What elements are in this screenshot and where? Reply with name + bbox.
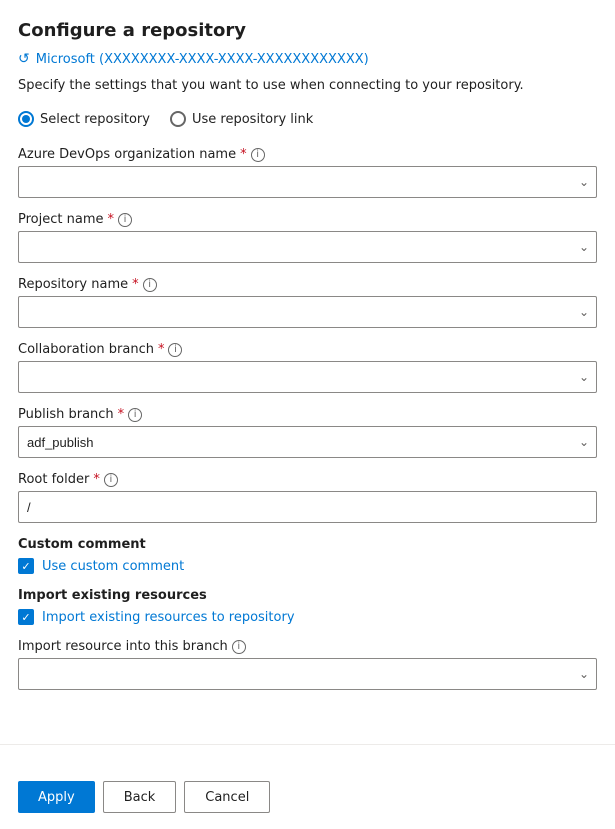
back-button[interactable]: Back [103,781,177,813]
import-existing-section: Import existing resources Import existin… [18,588,597,625]
publish-branch-field: Publish branch * i adf_publish ⌄ [18,407,597,458]
project-name-field: Project name * i ⌄ [18,212,597,263]
azure-devops-org-info-icon[interactable]: i [251,148,265,162]
account-text: Microsoft (XXXXXXXX-XXXX-XXXX-XXXXXXXXXX… [36,52,369,67]
project-name-label: Project name * i [18,212,597,227]
custom-comment-checkbox[interactable] [18,558,34,574]
custom-comment-checkbox-option[interactable]: Use custom comment [18,558,597,574]
project-name-dropdown[interactable] [18,231,597,263]
collaboration-branch-info-icon[interactable]: i [168,343,182,357]
required-star-2: * [107,212,114,227]
custom-comment-section: Custom comment Use custom comment [18,537,597,574]
repository-name-dropdown[interactable] [18,296,597,328]
required-star-6: * [93,472,100,487]
project-name-dropdown-wrapper: ⌄ [18,231,597,263]
publish-branch-dropdown-wrapper: adf_publish ⌄ [18,426,597,458]
publish-branch-label: Publish branch * i [18,407,597,422]
description-text: Specify the settings that you want to us… [18,77,597,95]
required-star-3: * [132,277,139,292]
main-container: Configure a repository ↺ Microsoft (XXXX… [0,0,615,724]
azure-devops-org-dropdown-wrapper: ⌄ [18,166,597,198]
required-star: * [240,147,247,162]
repository-name-field: Repository name * i ⌄ [18,277,597,328]
import-existing-checkbox-label: Import existing resources to repository [42,610,295,625]
collaboration-branch-label: Collaboration branch * i [18,342,597,357]
root-folder-input[interactable] [18,491,597,523]
radio-use-link[interactable]: Use repository link [170,111,313,127]
apply-button[interactable]: Apply [18,781,95,813]
refresh-icon[interactable]: ↺ [18,51,30,67]
footer-actions: Apply Back Cancel [0,765,615,829]
repository-name-info-icon[interactable]: i [143,278,157,292]
import-existing-checkbox[interactable] [18,609,34,625]
azure-devops-org-field: Azure DevOps organization name * i ⌄ [18,147,597,198]
footer-divider [0,744,615,745]
radio-group: Select repository Use repository link [18,111,597,127]
radio-select-repository-label: Select repository [40,112,150,127]
collaboration-branch-dropdown[interactable] [18,361,597,393]
import-resource-branch-dropdown[interactable] [18,658,597,690]
root-folder-field: Root folder * i [18,472,597,523]
publish-branch-info-icon[interactable]: i [128,408,142,422]
repository-name-dropdown-wrapper: ⌄ [18,296,597,328]
custom-comment-checkbox-label: Use custom comment [42,559,184,574]
import-existing-checkbox-option[interactable]: Import existing resources to repository [18,609,597,625]
import-resource-branch-field: Import resource into this branch i ⌄ [18,639,597,690]
import-resource-branch-label: Import resource into this branch i [18,639,597,654]
repository-name-label: Repository name * i [18,277,597,292]
cancel-button[interactable]: Cancel [184,781,270,813]
account-row: ↺ Microsoft (XXXXXXXX-XXXX-XXXX-XXXXXXXX… [18,51,597,67]
root-folder-label: Root folder * i [18,472,597,487]
custom-comment-section-label: Custom comment [18,537,597,552]
root-folder-info-icon[interactable]: i [104,473,118,487]
publish-branch-dropdown[interactable]: adf_publish [18,426,597,458]
collaboration-branch-dropdown-wrapper: ⌄ [18,361,597,393]
radio-select-repository[interactable]: Select repository [18,111,150,127]
import-resource-branch-info-icon[interactable]: i [232,640,246,654]
collaboration-branch-field: Collaboration branch * i ⌄ [18,342,597,393]
required-star-5: * [118,407,125,422]
project-name-info-icon[interactable]: i [118,213,132,227]
radio-select-repository-indicator [18,111,34,127]
import-existing-section-label: Import existing resources [18,588,597,603]
page-title: Configure a repository [18,20,597,41]
azure-devops-org-label: Azure DevOps organization name * i [18,147,597,162]
radio-use-link-label: Use repository link [192,112,313,127]
required-star-4: * [158,342,165,357]
radio-use-link-indicator [170,111,186,127]
azure-devops-org-dropdown[interactable] [18,166,597,198]
import-resource-branch-dropdown-wrapper: ⌄ [18,658,597,690]
